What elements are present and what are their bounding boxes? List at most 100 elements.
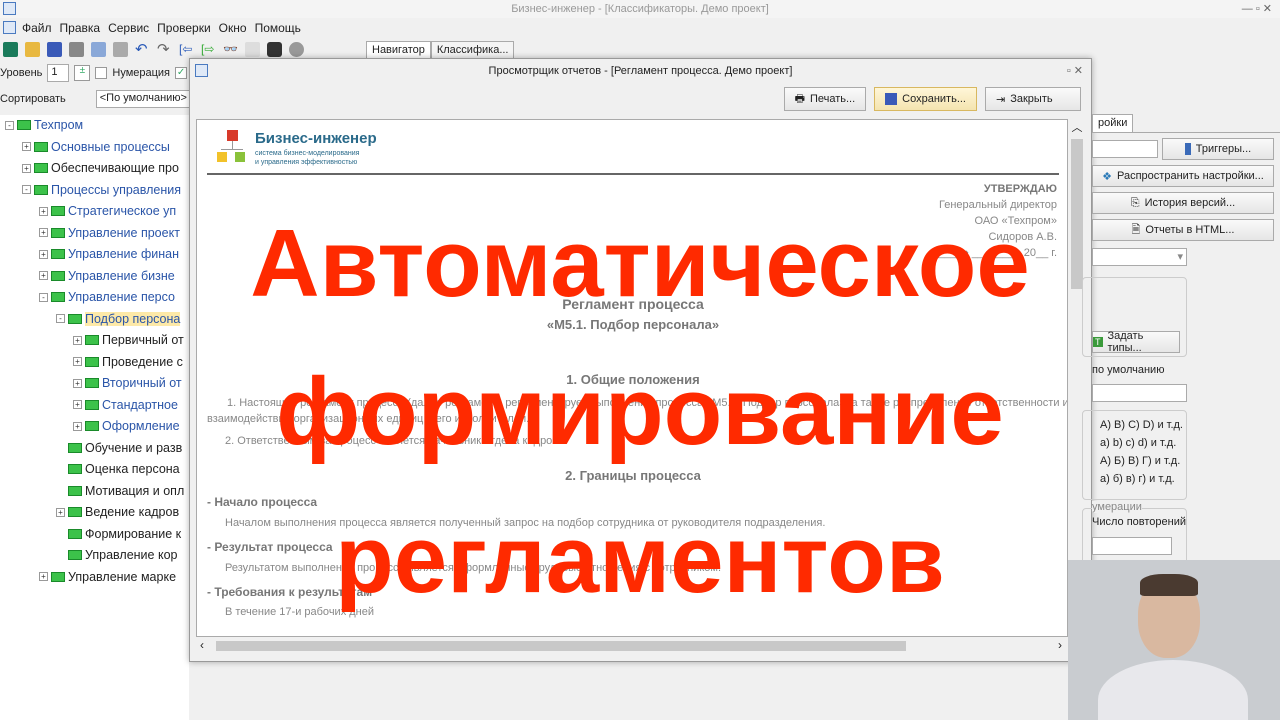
level-spinner[interactable]: ± — [74, 65, 91, 81]
expand-toggle-icon[interactable]: + — [22, 163, 31, 173]
sort-select[interactable]: <По умолчанию> — [95, 90, 196, 108]
globe-icon[interactable] — [289, 41, 304, 57]
expand-toggle-icon[interactable]: + — [22, 142, 31, 151]
expand-toggle-icon[interactable]: + — [39, 249, 48, 259]
print-button[interactable]: 🖶 Печать... — [783, 87, 867, 111]
menu-window[interactable]: Окно — [219, 21, 247, 35]
process-node-icon — [85, 421, 99, 431]
expand-toggle-icon[interactable]: - — [56, 314, 65, 323]
expand-toggle-icon[interactable]: + — [73, 357, 82, 366]
spread-settings-button[interactable]: ❖ Распространить настройки... — [1092, 165, 1274, 187]
numbering-option-1[interactable]: A) B) C) D) и т.д. — [1100, 419, 1183, 431]
expand-toggle-icon[interactable]: + — [73, 421, 82, 431]
save-icon[interactable] — [47, 41, 62, 57]
expand-toggle-icon[interactable]: + — [56, 507, 65, 517]
tree-item[interactable]: + Стандартное — [73, 395, 178, 415]
numbering-option-3[interactable]: А) Б) В) Г) и т.д. — [1100, 455, 1180, 467]
tree-item[interactable]: + Обеспечивающие про — [22, 158, 179, 178]
horizontal-scroll-thumb[interactable] — [216, 641, 906, 651]
result-heading: - Результат процесса — [207, 540, 333, 554]
tree-item[interactable]: + Оформление — [73, 416, 180, 436]
scroll-up-icon[interactable]: ︿ — [1068, 119, 1086, 135]
numbering-checkbox[interactable] — [95, 67, 108, 79]
tree-item[interactable]: + Управление проект — [39, 223, 180, 243]
settings-input[interactable] — [1092, 140, 1158, 158]
version-history-button[interactable]: ⎘ История версий... — [1092, 192, 1274, 214]
second-checkbox[interactable]: ✓ — [175, 67, 188, 79]
types-label: Задать типы... — [1107, 330, 1144, 354]
binoculars-icon[interactable]: 👓 — [223, 42, 238, 57]
camera-icon[interactable] — [267, 41, 282, 57]
diamond-icon[interactable] — [245, 41, 260, 57]
move-left-icon[interactable]: [⇦ — [179, 42, 194, 57]
numbering-option-4[interactable]: а) б) в) г) и т.д. — [1100, 473, 1175, 485]
tree-item[interactable]: Управление кор — [56, 545, 177, 565]
move-right-icon[interactable]: [⇨ — [201, 42, 216, 57]
expand-toggle-icon[interactable]: + — [39, 228, 48, 237]
expand-toggle-icon[interactable]: + — [39, 271, 48, 280]
menu-checks[interactable]: Проверки — [157, 21, 211, 35]
repeat-input[interactable] — [1092, 537, 1172, 555]
tree-item[interactable]: - Процессы управления — [22, 180, 181, 200]
tree-item[interactable]: + Первичный от — [73, 330, 184, 350]
tree-item[interactable]: + Управление марке — [39, 567, 176, 587]
window-controls[interactable]: — ▫ ✕ — [1242, 0, 1272, 18]
tree-item[interactable]: + Управление бизне — [39, 266, 175, 286]
print-icon[interactable] — [69, 41, 84, 57]
expand-toggle-icon[interactable]: + — [39, 206, 48, 216]
html-reports-button[interactable]: 🗎 Отчеты в HTML... — [1092, 219, 1274, 241]
tree-item[interactable]: Обучение и разв — [56, 438, 182, 458]
redo-icon[interactable]: ↷ — [157, 42, 172, 57]
expand-toggle-icon[interactable]: - — [22, 185, 31, 194]
sort-label: Сортировать — [0, 93, 66, 105]
tree-item[interactable]: Оценка персона — [56, 459, 180, 479]
scroll-right-icon[interactable]: › — [1058, 638, 1062, 652]
tree-item[interactable]: + Основные процессы — [22, 137, 170, 157]
undo-icon[interactable]: ↶ — [135, 42, 150, 57]
expand-toggle-icon[interactable]: + — [39, 572, 48, 581]
expand-toggle-icon[interactable]: - — [5, 120, 14, 130]
expand-toggle-icon[interactable]: + — [73, 400, 82, 409]
horizontal-scrollbar[interactable]: ‹ › — [196, 637, 1068, 655]
numbering-option-2[interactable]: a) b) c) d) и т.д. — [1100, 437, 1176, 449]
expand-toggle-icon[interactable]: - — [39, 292, 48, 302]
paste-icon[interactable] — [113, 41, 128, 57]
open-folder-icon[interactable] — [25, 41, 40, 57]
expand-toggle-icon[interactable]: + — [73, 378, 82, 388]
window-title-bar: Бизнес-инженер - [Классификаторы. Демо п… — [0, 0, 1280, 18]
vertical-scroll-thumb[interactable] — [1071, 139, 1083, 289]
tree-item[interactable]: - Техпром — [5, 115, 83, 135]
tree-item[interactable]: + Стратегическое уп — [39, 201, 176, 221]
tree-item[interactable]: + Проведение с — [73, 352, 183, 372]
save-button[interactable]: Сохранить... — [874, 87, 977, 111]
section-1-heading: 1. Общие положения — [566, 372, 700, 387]
tree-item[interactable]: Мотивация и опл — [56, 481, 184, 501]
tree-item-label: Управление персо — [68, 290, 175, 304]
tree-item[interactable]: Формирование к — [56, 524, 181, 544]
copy-icon[interactable] — [91, 41, 106, 57]
settings-dropdown[interactable]: ▾ — [1092, 248, 1187, 266]
types-icon: T — [1093, 337, 1103, 347]
menu-help[interactable]: Помощь — [255, 21, 301, 35]
set-types-button[interactable]: T Задать типы... — [1092, 330, 1180, 354]
menu-file[interactable]: Файл — [22, 21, 52, 35]
expand-toggle-icon[interactable]: + — [73, 335, 82, 345]
tree-item[interactable]: + Вторичный от — [73, 373, 182, 393]
triggers-button[interactable]: Триггеры... — [1162, 138, 1274, 160]
default-input[interactable] — [1092, 384, 1187, 402]
tree-item[interactable]: + Управление финан — [39, 244, 179, 264]
tree-item[interactable]: + Ведение кадров — [56, 502, 179, 522]
tab-classifiers[interactable]: Классифика... — [430, 41, 515, 59]
menu-service[interactable]: Сервис — [108, 21, 149, 35]
close-button[interactable]: ⇥ Закрыть — [985, 87, 1081, 111]
scroll-left-icon[interactable]: ‹ — [200, 638, 204, 652]
tree-item[interactable]: - Подбор персона — [56, 309, 181, 329]
tab-navigator[interactable]: Навигатор — [366, 41, 431, 59]
process-node-icon — [34, 163, 48, 173]
dialog-close-icon[interactable]: ▫ ✕ — [1067, 64, 1083, 77]
tree-item[interactable]: - Управление персо — [39, 287, 175, 307]
tab-settings[interactable]: ройки — [1092, 114, 1134, 132]
level-input[interactable]: 1 — [47, 64, 70, 82]
menu-edit[interactable]: Правка — [60, 21, 101, 35]
new-icon[interactable] — [3, 41, 18, 57]
